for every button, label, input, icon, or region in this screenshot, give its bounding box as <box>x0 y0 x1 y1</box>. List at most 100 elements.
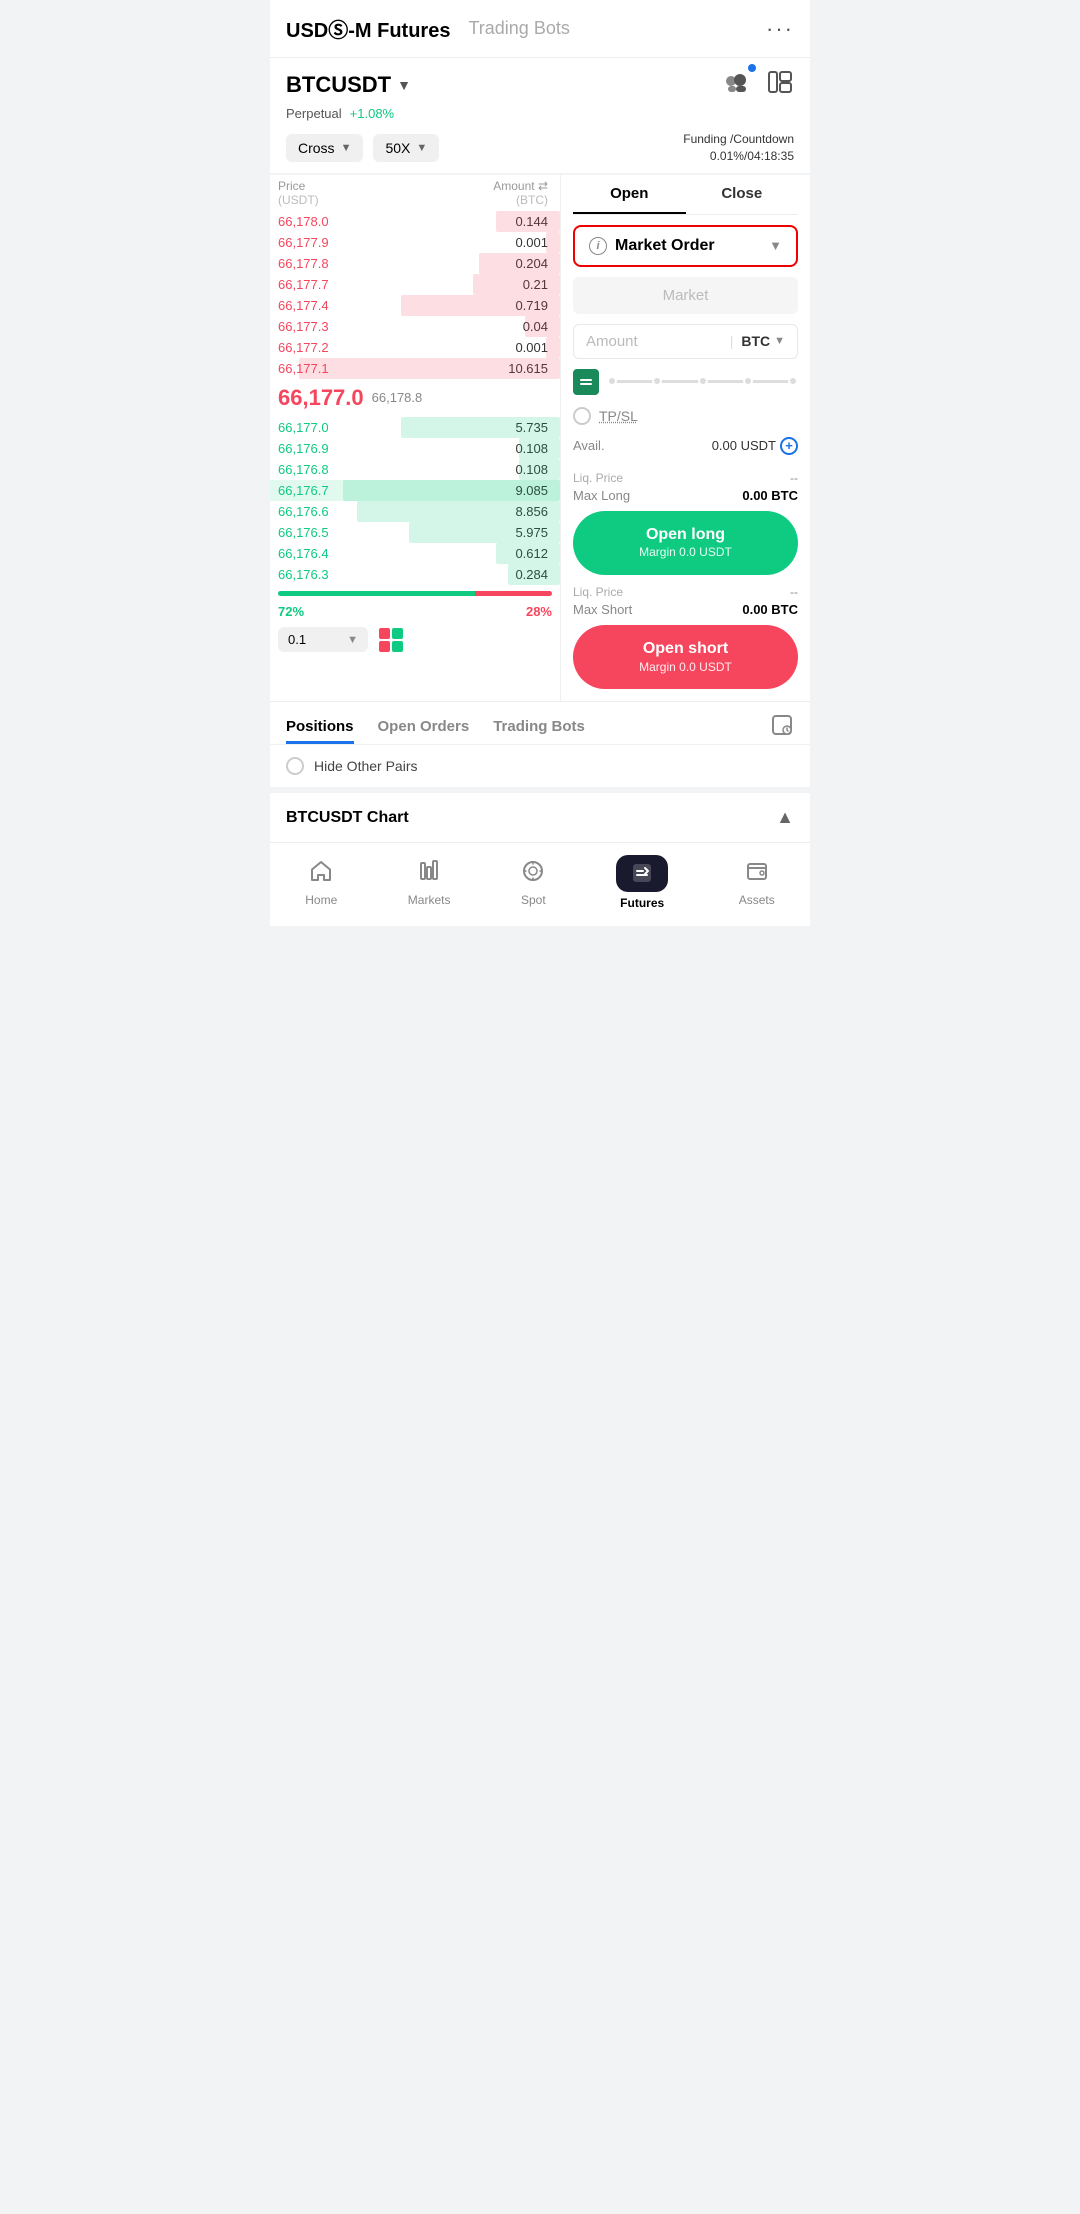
cross-dropdown[interactable]: Cross ▼ <box>286 134 363 162</box>
bid-bar <box>357 501 560 522</box>
bid-bar <box>401 417 561 438</box>
tpsl-label: TP/SL <box>599 408 638 424</box>
max-short-label: Max Short <box>573 602 632 617</box>
market-order-info-icon[interactable]: i <box>589 237 607 255</box>
open-short-button[interactable]: Open short Margin 0.0 USDT <box>573 625 798 689</box>
bid-row[interactable]: 66,176.8 0.108 <box>270 459 560 480</box>
tab-close[interactable]: Close <box>686 175 799 214</box>
ob-col1-header: Price(USDT) <box>278 179 319 207</box>
bid-bar <box>343 480 561 501</box>
history-icon[interactable] <box>770 713 794 743</box>
tab-open[interactable]: Open <box>573 175 686 214</box>
slider-track[interactable] <box>607 380 798 383</box>
btc-currency-dropdown[interactable]: BTC ▼ <box>741 333 785 349</box>
more-options-button[interactable]: ··· <box>766 16 794 42</box>
amount-input-row[interactable]: Amount | BTC ▼ <box>573 324 798 359</box>
bid-price: 66,176.3 <box>278 567 329 582</box>
community-icon[interactable] <box>724 68 752 102</box>
ask-row[interactable]: 66,177.9 0.001 <box>270 232 560 253</box>
bid-row[interactable]: 66,176.3 0.284 <box>270 564 560 585</box>
tpsl-row[interactable]: TP/SL <box>573 407 798 425</box>
chart-expand-icon[interactable]: ▲ <box>776 807 794 828</box>
bid-price: 66,176.5 <box>278 525 329 540</box>
add-funds-button[interactable]: + <box>780 437 798 455</box>
tab-trading-bots[interactable]: Trading Bots <box>493 712 585 744</box>
header: USDⓈ-M Futures Trading Bots ··· <box>270 0 810 58</box>
perpetual-label: Perpetual <box>286 106 342 121</box>
amount-slider[interactable] <box>573 369 798 395</box>
tpsl-radio[interactable] <box>573 407 591 425</box>
bid-bar <box>519 438 560 459</box>
ask-row[interactable]: 66,177.7 0.21 <box>270 274 560 295</box>
btcusdt-chart-section[interactable]: BTCUSDT Chart ▲ <box>270 787 810 842</box>
bid-bar <box>519 459 560 480</box>
short-liq-price-label: Liq. Price <box>573 585 623 599</box>
nav-futures[interactable]: Futures <box>616 855 668 910</box>
mid-price-value: 66,177.0 <box>278 385 364 411</box>
bid-row[interactable]: 66,176.4 0.612 <box>270 543 560 564</box>
max-short-value: 0.00 BTC <box>742 602 798 617</box>
nav-spot[interactable]: Spot <box>521 859 546 907</box>
bid-price: 66,176.6 <box>278 504 329 519</box>
ask-bar <box>299 358 560 379</box>
ask-row[interactable]: 66,178.0 0.144 <box>270 211 560 232</box>
trading-panel: Open Close i Market Order ▼ Market Amoun… <box>560 175 810 702</box>
nav-home[interactable]: Home <box>305 859 337 907</box>
short-liq-price-value: -- <box>790 585 798 599</box>
nav-assets[interactable]: Assets <box>739 859 775 907</box>
open-close-tabs: Open Close <box>573 175 798 215</box>
bid-bar <box>508 564 560 585</box>
leverage-dropdown[interactable]: 50X ▼ <box>373 134 439 162</box>
nav-assets-label: Assets <box>739 893 775 907</box>
ask-row[interactable]: 66,177.8 0.204 <box>270 253 560 274</box>
ask-row[interactable]: 66,177.2 0.001 <box>270 337 560 358</box>
ask-price: 66,178.0 <box>278 214 329 229</box>
bid-row[interactable]: 66,176.9 0.108 <box>270 438 560 459</box>
hide-pairs-label: Hide Other Pairs <box>314 758 417 774</box>
bid-pct: 72% <box>278 604 304 619</box>
ask-volume-bar <box>475 591 552 596</box>
pair-selector[interactable]: BTCUSDT ▼ <box>286 72 411 98</box>
open-long-button[interactable]: Open long Margin 0.0 USDT <box>573 511 798 575</box>
main-area: Price(USDT) Amount ⇄(BTC) 66,178.0 0.144… <box>270 175 810 702</box>
ask-price: 66,177.4 <box>278 298 329 313</box>
ask-bar <box>473 274 560 295</box>
ask-pct: 28% <box>526 604 552 619</box>
markets-icon <box>417 859 441 889</box>
bid-row[interactable]: 66,176.7 9.085 <box>270 480 560 501</box>
pair-name-label: BTCUSDT <box>286 72 391 98</box>
header-action-icons <box>724 68 794 102</box>
bid-price: 66,176.8 <box>278 462 329 477</box>
mid-price-sub: 66,178.8 <box>372 390 423 405</box>
nav-markets[interactable]: Markets <box>408 859 451 907</box>
ask-row[interactable]: 66,177.3 0.04 <box>270 316 560 337</box>
tab-open-orders[interactable]: Open Orders <box>378 712 470 744</box>
ask-bar <box>496 211 560 232</box>
grid-view-icon[interactable] <box>376 625 406 655</box>
long-liq-price-value: -- <box>790 471 798 485</box>
bid-row[interactable]: 66,176.5 5.975 <box>270 522 560 543</box>
ask-row[interactable]: 66,177.4 0.719 <box>270 295 560 316</box>
hide-pairs-row: Hide Other Pairs <box>270 744 810 787</box>
bid-price: 66,176.9 <box>278 441 329 456</box>
avail-label: Avail. <box>573 438 605 453</box>
layout-icon[interactable] <box>766 68 794 102</box>
bid-volume-bar <box>278 591 475 596</box>
ask-amount: 0.001 <box>515 340 548 355</box>
bid-row[interactable]: 66,176.6 8.856 <box>270 501 560 522</box>
volume-progress <box>270 585 560 602</box>
bid-row[interactable]: 66,177.0 5.735 <box>270 417 560 438</box>
tab-positions[interactable]: Positions <box>286 712 354 744</box>
pair-chevron-icon: ▼ <box>397 77 411 93</box>
ask-amount: 0.001 <box>515 235 548 250</box>
market-price-input[interactable]: Market <box>573 277 798 314</box>
ask-price: 66,177.7 <box>278 277 329 292</box>
ob-footer: 0.1 ▼ <box>270 621 560 659</box>
bid-price: 66,176.4 <box>278 546 329 561</box>
ask-row[interactable]: 66,177.1 10.615 <box>270 358 560 379</box>
size-input[interactable]: 0.1 ▼ <box>278 627 368 652</box>
hide-pairs-toggle[interactable] <box>286 757 304 775</box>
long-liq-price-label: Liq. Price <box>573 471 623 485</box>
market-order-selector[interactable]: i Market Order ▼ <box>573 225 798 267</box>
market-order-label: i Market Order <box>589 237 715 255</box>
